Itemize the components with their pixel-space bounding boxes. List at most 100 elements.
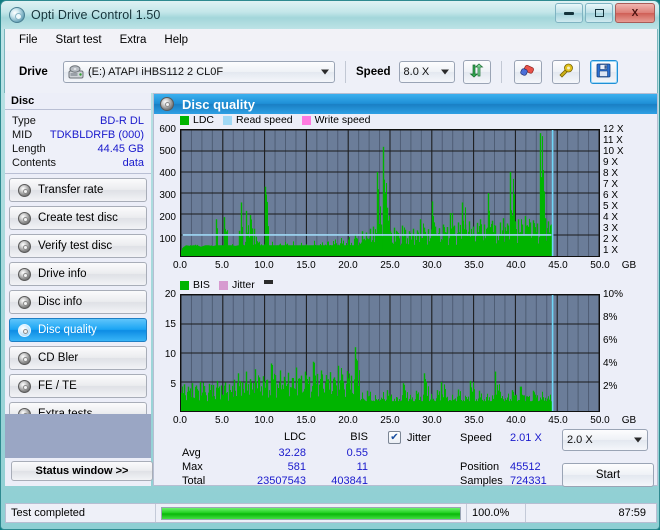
disc-length-value: 44.45 GB [97,143,144,155]
test-speed-value: 2.0 X [567,434,593,446]
sidebar-item-label: Create test disc [38,212,118,224]
start-button[interactable]: Start [562,463,654,487]
sidebar-item-create-test-disc[interactable]: Create test disc [9,206,147,230]
bis-xtick-10: 50.0 [590,415,610,426]
stats-header-ldc: LDC [283,431,306,443]
sidebar-item-verify-test-disc[interactable]: Verify test disc [9,234,147,258]
bis-ytick-20: 20 [164,289,176,300]
drive-icon [68,65,84,80]
legend-swatch-write-speed [301,115,311,125]
disc-contents-value: data [122,157,144,169]
bis-xtick-9: 45.0 [548,415,568,426]
disc-contents-label: Contents [12,157,57,169]
sidebar-item-label: Disc quality [38,324,97,336]
stats-row-max-bis: 11 [356,461,368,473]
window-title: Opti Drive Control 1.50 [31,8,161,22]
disc-type-value: BD-R DL [99,115,144,127]
disc-row-mid: MID TDKBLDRFB (000) [5,128,151,142]
progress-cell [156,504,466,522]
progress-bar [161,506,461,520]
drive-select[interactable]: (E:) ATAPI iHBS112 2 CL0F [63,61,335,83]
disc-icon [18,351,31,365]
speed-select[interactable]: 8.0 X [398,61,455,83]
ldc-y2tick-10: 10 X [603,146,624,157]
disc-icon [18,211,31,225]
menu-item-start-test[interactable]: Start test [48,31,110,49]
disc-info-box: Type BD-R DL MID TDKBLDRFB (000) Length … [5,110,151,174]
save-disk-icon [596,63,611,81]
panel-header: Disc quality [154,94,657,114]
status-message: Test completed [6,504,156,522]
stats-row-total-bis: 403841 [331,475,368,487]
refresh-button[interactable] [462,60,491,84]
ldc-y2tick-2: 2 X [603,234,619,245]
ldc-chart: LDC Read speed Write speed 600 500 400 3… [154,114,657,274]
maximize-icon [594,9,604,17]
status-window-button[interactable]: Status window >> [11,461,153,481]
stats-row-avg-ldc: 32.28 [278,447,306,459]
bis-y2tick-4: 4% [603,358,618,369]
bis-chart-legend: BIS Jitter [180,279,273,291]
menu-item-extra[interactable]: Extra [112,31,155,49]
sidebar-item-label: CD Bler [38,352,79,364]
minimize-button[interactable] [555,3,583,23]
disc-icon [18,183,31,197]
menu-item-help[interactable]: Help [156,31,196,49]
ldc-plot-svg [181,130,599,256]
disc-quality-panel: Disc quality LDC Read speed Write speed [153,93,658,487]
ldc-xtick-3: 15.0 [296,260,316,271]
disc-length-label: Length [12,143,46,155]
ldc-y2tick-1: 1 X [603,245,619,256]
close-button[interactable]: X [615,3,655,23]
legend-label-write-speed: Write speed [314,114,371,126]
ldc-plot-area [180,129,600,257]
speed-value: 8.0 X [403,66,430,78]
sidebar-item-drive-info[interactable]: Drive info [9,262,147,286]
menu-item-file[interactable]: File [11,31,46,49]
drive-value: (E:) ATAPI iHBS112 2 CL0F [88,66,224,78]
stats-header-bis: BIS [350,431,368,443]
ldc-xtick-9: 45.0 [548,260,568,271]
sidebar-item-cd-bler[interactable]: CD Bler [9,346,147,370]
bis-xtick-1: 5.0 [215,415,229,426]
panel-title: Disc quality [182,96,255,112]
maximize-button[interactable] [585,3,613,23]
jitter-checkbox[interactable]: ✔ Jitter [388,431,431,444]
stats-row-avg-bis: 0.55 [346,447,368,459]
bis-y2tick-10: 10% [603,289,624,300]
ldc-ytick-600: 600 [159,124,176,135]
sidebar-item-transfer-rate[interactable]: Transfer rate [9,178,147,202]
bis-y2tick-6: 6% [603,335,618,346]
tools-button[interactable] [551,60,580,84]
left-sidebar: Disc Type BD-R DL MID TDKBLDRFB (000) Le… [5,93,153,486]
sidebar-item-disc-quality[interactable]: Disc quality [9,318,147,342]
jitter-checkbox-box[interactable]: ✔ [388,431,401,444]
progress-bar-fill [162,507,460,519]
chevron-down-icon [634,437,642,443]
position-stat-label: Position [460,461,500,473]
legend-swatch-read-speed [223,115,233,125]
refresh-arrows-icon [469,63,484,81]
test-speed-select[interactable]: 2.0 X [562,429,648,451]
sidebar-item-label: Verify test disc [38,240,113,252]
ldc-ytick-400: 400 [159,168,176,179]
ldc-y2tick-11: 11 X [603,135,623,146]
ldc-y2tick-3: 3 X [603,223,619,234]
chevron-down-icon [321,69,329,75]
ldc-xtick-7: 35.0 [464,260,484,271]
disc-type-label: Type [12,115,36,127]
bis-plot-svg [181,295,599,411]
save-button[interactable] [589,60,618,84]
ldc-y2tick-8: 8 X [603,168,619,179]
legend-jitter: Jitter [218,279,255,291]
erase-button[interactable] [513,60,542,84]
legend-marker-icon [263,279,273,284]
ldc-ytick-500: 500 [159,146,176,157]
legend-label-read-speed: Read speed [236,114,293,126]
sidebar-item-fe-te[interactable]: FE / TE [9,374,147,398]
disc-quality-icon [160,97,174,111]
ldc-y2tick-6: 6 X [603,190,619,201]
speed-stat-value: 2.01 X [510,432,542,444]
ldc-xtick-8: 40.0 [506,260,526,271]
sidebar-item-disc-info[interactable]: Disc info [9,290,147,314]
